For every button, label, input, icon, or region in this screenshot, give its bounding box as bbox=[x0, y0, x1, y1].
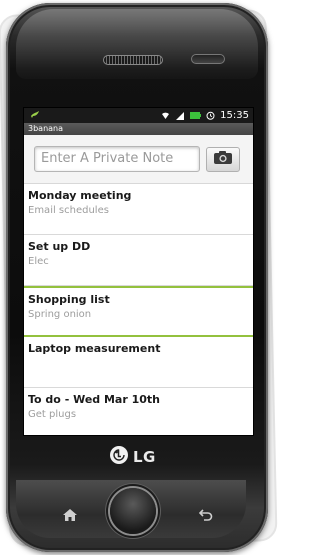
earpiece-speaker bbox=[103, 55, 163, 65]
list-item[interactable]: Monday meeting Email schedules bbox=[24, 184, 253, 235]
back-icon bbox=[198, 506, 213, 525]
list-item[interactable]: Set up DD Elec bbox=[24, 235, 253, 286]
camera-button[interactable] bbox=[206, 147, 240, 172]
proximity-sensor bbox=[191, 54, 225, 64]
wifi-icon bbox=[161, 111, 170, 120]
note-subtitle: Spring onion bbox=[28, 309, 92, 320]
private-note-input[interactable]: Enter A Private Note bbox=[34, 146, 200, 172]
app-title-bar: 3banana bbox=[24, 123, 253, 135]
note-subtitle: Elec bbox=[28, 256, 49, 267]
brand-name: LG bbox=[133, 448, 156, 466]
center-hardware-key[interactable] bbox=[110, 488, 156, 534]
back-key[interactable] bbox=[192, 504, 220, 526]
note-title: To do - Wed Mar 10th bbox=[28, 393, 161, 406]
list-item[interactable]: Laptop measurement bbox=[24, 337, 253, 388]
notification-bird-icon bbox=[30, 110, 40, 120]
home-key[interactable] bbox=[56, 504, 84, 526]
battery-icon bbox=[190, 112, 202, 119]
notes-list: Monday meeting Email schedules Set up DD… bbox=[24, 184, 253, 435]
note-subtitle: Get plugs bbox=[28, 409, 77, 420]
lg-logo-icon bbox=[109, 445, 129, 469]
phone-top-sheen bbox=[16, 9, 258, 79]
status-time: 15:35 bbox=[220, 110, 249, 121]
note-entry-panel: Enter A Private Note bbox=[24, 135, 253, 184]
note-title: Set up DD bbox=[28, 240, 91, 253]
list-item[interactable]: To do - Wed Mar 10th Get plugs bbox=[24, 388, 253, 435]
note-title: Shopping list bbox=[28, 293, 110, 306]
lg-brand: LG bbox=[109, 445, 156, 469]
status-icons: 15:35 bbox=[161, 109, 249, 122]
note-title: Laptop measurement bbox=[28, 342, 161, 355]
signal-icon bbox=[175, 111, 185, 121]
list-item-selected[interactable]: Shopping list Spring onion bbox=[24, 286, 253, 337]
camera-icon bbox=[213, 150, 233, 169]
status-bar: 15:35 bbox=[24, 108, 253, 123]
app-title: 3banana bbox=[28, 124, 64, 133]
note-title: Monday meeting bbox=[28, 189, 132, 202]
note-subtitle: Email schedules bbox=[28, 205, 109, 216]
phone-screen: 15:35 3banana Enter A Private Note Monda… bbox=[23, 107, 254, 436]
home-icon bbox=[63, 506, 77, 525]
alarm-icon bbox=[206, 111, 215, 120]
